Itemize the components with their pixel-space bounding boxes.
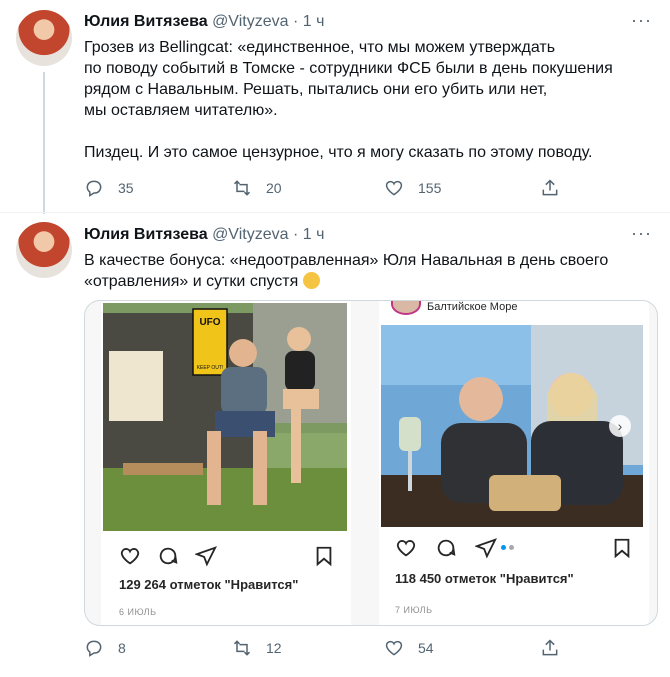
send-icon[interactable] — [475, 537, 497, 559]
tweet-actions: 35 20 155 — [84, 178, 564, 202]
post-date: 7 ИЮЛЬ — [395, 605, 433, 615]
tweet-header: Юлия Витязева @Vityzeva · 1 ч — [84, 13, 324, 31]
tweet-line-text: «отравления» и сутки спустя — [84, 273, 299, 290]
reply-button[interactable]: 8 — [84, 638, 126, 658]
retweet-count: 12 — [266, 640, 282, 656]
likes-count: 118 450 отметок "Нравится" — [395, 571, 574, 586]
photo-illustration: UFO KEEP OUT! — [103, 303, 347, 531]
tweet-1[interactable]: Юлия Витязева @Vityzeva · 1 ч ··· Грозев… — [0, 0, 670, 214]
carousel-dot — [509, 545, 514, 550]
like-button[interactable]: 54 — [384, 638, 434, 658]
instagram-post-left: UFO KEEP OUT! 129 264 отметок "Нравится"… — [101, 301, 351, 625]
send-icon[interactable] — [195, 545, 217, 567]
more-options-icon[interactable]: ··· — [631, 223, 652, 244]
tweet-line: В качестве бонуса: «недоотравленная» Юля… — [84, 252, 609, 269]
comment-icon[interactable] — [435, 537, 457, 559]
post-date: 6 ИЮЛЬ — [119, 607, 157, 617]
reply-icon — [86, 180, 102, 197]
share-button[interactable] — [540, 178, 560, 198]
bookmark-icon[interactable] — [313, 545, 335, 567]
share-icon — [542, 639, 558, 656]
author-name[interactable]: Юлия Витязева — [84, 13, 208, 30]
like-count: 155 — [418, 180, 442, 196]
heart-icon — [385, 640, 403, 656]
reply-button[interactable]: 35 — [84, 178, 134, 198]
thread-line — [43, 72, 45, 214]
tweet-line — [84, 121, 644, 142]
tweet-line: «отравления» и сутки спустя — [84, 271, 644, 292]
reply-count: 8 — [118, 640, 126, 656]
author-handle[interactable]: @Vityzeva — [212, 226, 288, 243]
ufo-sign-subtext: KEEP OUT! — [197, 365, 224, 371]
location-avatar — [391, 301, 421, 315]
photo-couple-camper: UFO KEEP OUT! — [103, 303, 347, 531]
tweet-line: по поводу событий в Томске - сотрудники … — [84, 60, 613, 77]
bookmark-icon[interactable] — [611, 537, 633, 559]
carousel-dots — [501, 545, 514, 550]
carousel-dot-active — [501, 545, 506, 550]
tweet-media[interactable]: UFO KEEP OUT! 129 264 отметок "Нравится"… — [84, 300, 658, 626]
avatar[interactable] — [16, 10, 72, 66]
like-count: 54 — [418, 640, 434, 656]
tweet-text: Грозев из Bellingcat: «единственное, что… — [84, 37, 644, 163]
share-icon — [542, 179, 558, 196]
photo-couple-restaurant — [381, 325, 643, 527]
retweet-icon — [233, 180, 251, 196]
separator-dot: · — [292, 226, 299, 243]
tweet-line: Грозев из Bellingcat: «единственное, что… — [84, 39, 556, 56]
post-location[interactable]: Балтийское Море — [427, 301, 517, 313]
tweet-actions: 8 12 54 — [84, 638, 564, 662]
tweet-line: Пиздец. И это самое цензурное, что я мог… — [84, 144, 593, 161]
photo-illustration — [381, 325, 643, 527]
retweet-button[interactable]: 12 — [232, 638, 282, 658]
retweet-icon — [233, 640, 251, 656]
heart-icon[interactable] — [119, 545, 141, 567]
comment-icon[interactable] — [157, 545, 179, 567]
share-button[interactable] — [540, 638, 560, 658]
tweet-time[interactable]: 1 ч — [303, 226, 325, 243]
retweet-count: 20 — [266, 180, 282, 196]
retweet-button[interactable]: 20 — [232, 178, 282, 198]
tweet-line: рядом с Навальным. Решать, пытались они … — [84, 81, 548, 98]
heart-icon — [385, 180, 403, 196]
tweet-time[interactable]: 1 ч — [303, 13, 325, 30]
tweet-line: мы оставляем читателю». — [84, 102, 278, 119]
author-name[interactable]: Юлия Витязева — [84, 226, 208, 243]
likes-count: 129 264 отметок "Нравится" — [119, 577, 299, 592]
separator-dot: · — [292, 13, 299, 30]
winking-face-emoji — [302, 272, 320, 289]
heart-icon[interactable] — [395, 537, 417, 559]
author-handle[interactable]: @Vityzeva — [212, 13, 288, 30]
like-button[interactable]: 155 — [384, 178, 441, 198]
more-options-icon[interactable]: ··· — [631, 10, 652, 31]
instagram-post-right: Балтийское Море › 118 450 отметок "Нрави… — [379, 301, 649, 625]
ufo-sign-text: UFO — [199, 317, 220, 328]
next-image-button[interactable]: › — [609, 415, 631, 437]
reply-count: 35 — [118, 180, 134, 196]
reply-icon — [86, 640, 102, 657]
tweet-header: Юлия Витязева @Vityzeva · 1 ч — [84, 226, 324, 244]
tweet-text: В качестве бонуса: «недоотравленная» Юля… — [84, 250, 644, 292]
avatar[interactable] — [16, 222, 72, 278]
